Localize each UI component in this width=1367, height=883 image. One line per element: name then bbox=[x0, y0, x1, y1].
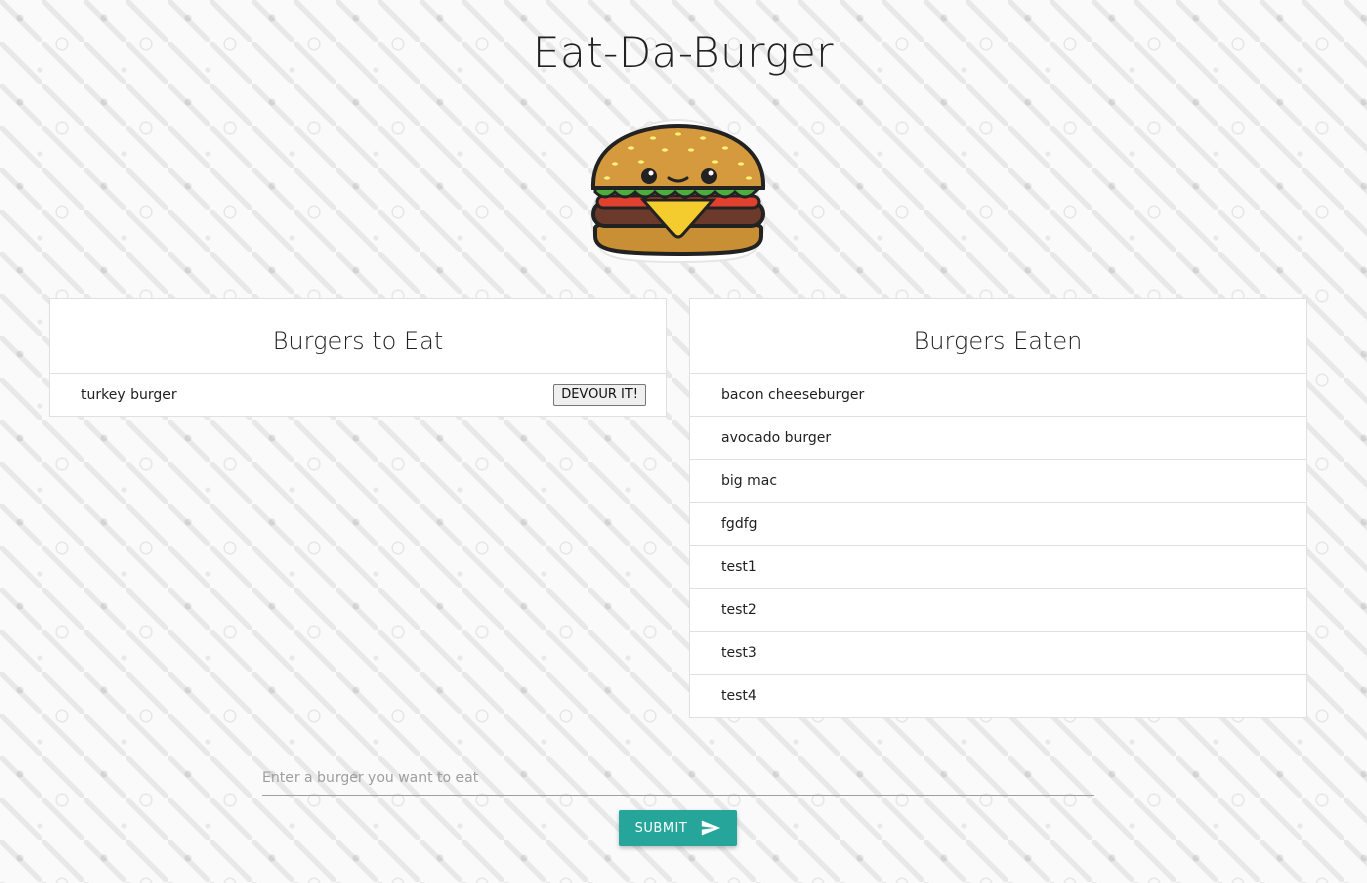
burger-name: test2 bbox=[721, 602, 757, 618]
burger-logo bbox=[590, 118, 766, 264]
burger-name: bacon cheeseburger bbox=[721, 387, 865, 403]
list-item: big mac bbox=[690, 460, 1306, 503]
page-title: Eat-Da-Burger bbox=[532, 28, 835, 77]
list-item: turkey burger DEVOUR IT! bbox=[50, 374, 666, 416]
list-item: test3 bbox=[690, 632, 1306, 675]
burger-name: avocado burger bbox=[721, 430, 832, 446]
list-item: test1 bbox=[690, 546, 1306, 589]
burger-name: test4 bbox=[721, 688, 757, 704]
burger-name: fgdfg bbox=[721, 516, 758, 532]
burger-name: test1 bbox=[721, 559, 757, 575]
burgers-to-eat-title: Burgers to Eat bbox=[50, 299, 666, 374]
burgers-eaten-panel: Burgers Eaten bacon cheeseburger avocado… bbox=[689, 298, 1307, 718]
list-item: bacon cheeseburger bbox=[690, 374, 1306, 417]
list-item: test2 bbox=[690, 589, 1306, 632]
burger-name: big mac bbox=[721, 473, 778, 489]
burger-name: test3 bbox=[721, 645, 757, 661]
submit-label: SUBMIT bbox=[634, 820, 688, 836]
burgers-eaten-title: Burgers Eaten bbox=[690, 299, 1306, 374]
burgers-to-eat-panel: Burgers to Eat turkey burger DEVOUR IT! bbox=[49, 298, 667, 417]
send-icon bbox=[702, 820, 721, 836]
burger-name: turkey burger bbox=[81, 387, 177, 403]
list-item: avocado burger bbox=[690, 417, 1306, 460]
list-item: fgdfg bbox=[690, 503, 1306, 546]
submit-button[interactable]: SUBMIT bbox=[619, 810, 737, 846]
burger-input[interactable] bbox=[262, 760, 1094, 796]
list-item: test4 bbox=[690, 675, 1306, 717]
devour-button[interactable]: DEVOUR IT! bbox=[553, 384, 646, 406]
